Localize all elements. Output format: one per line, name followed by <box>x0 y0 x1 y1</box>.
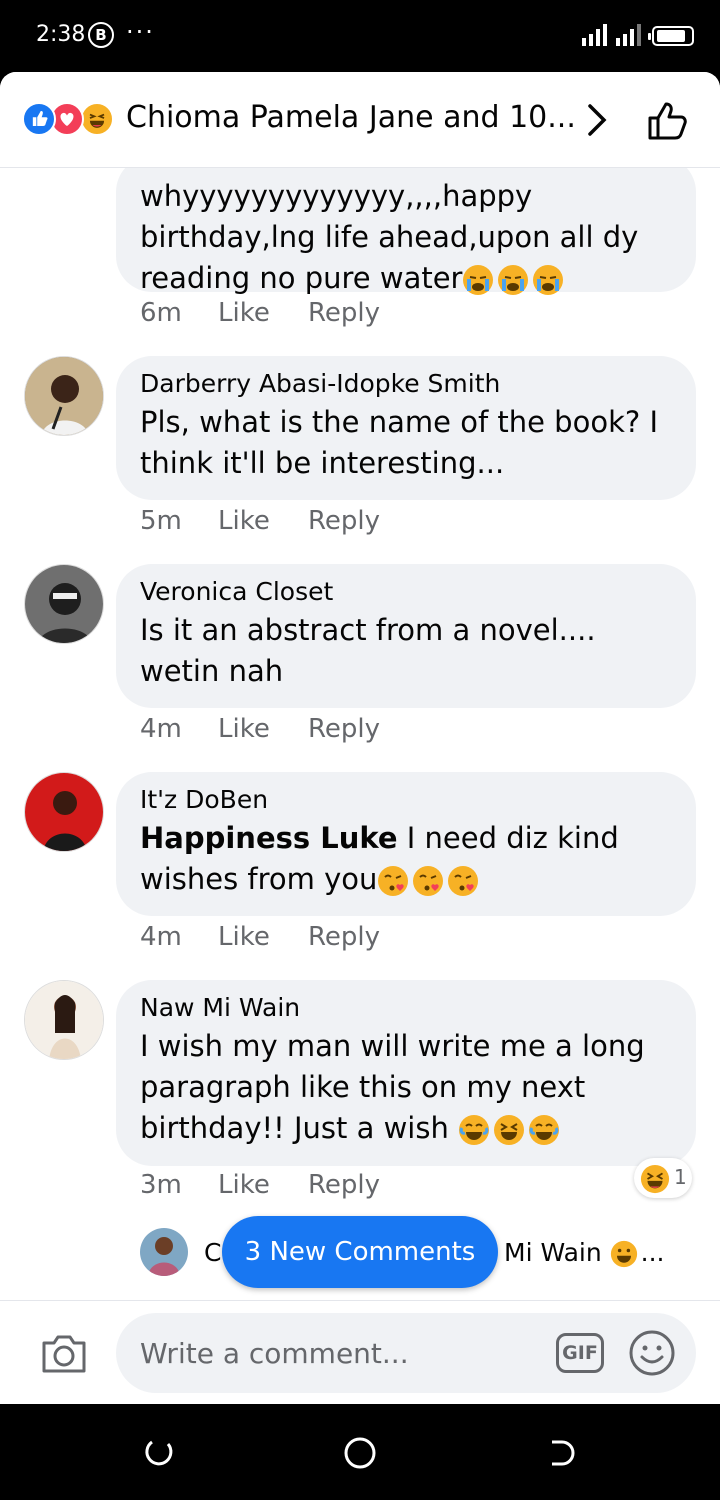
comment-author[interactable]: Darberry Abasi-Idopke Smith <box>140 366 672 402</box>
comment-text: Pls, what is the name of the book? I thi… <box>140 405 659 480</box>
tears-of-joy-icon <box>459 1115 490 1145</box>
comment-time: 5m <box>140 506 182 536</box>
home-icon[interactable] <box>343 1436 377 1470</box>
comment-input[interactable] <box>116 1313 696 1393</box>
status-more-dots: ··· <box>126 18 155 46</box>
avatar[interactable] <box>24 356 104 436</box>
reply-button[interactable]: Reply <box>308 714 380 744</box>
comment-text: I wish my man will write me a long parag… <box>140 1029 645 1145</box>
comment-composer: GIF <box>0 1300 720 1404</box>
like-button[interactable]: Like <box>218 1170 270 1200</box>
comment-bubble[interactable]: Veronica Closet Is it an abstract from a… <box>116 564 696 708</box>
grinning-face-icon <box>610 1240 637 1268</box>
mention-link[interactable]: Happiness Luke <box>140 821 398 855</box>
crying-face-icon <box>533 265 564 295</box>
comments-sheet: Chioma Pamela Jane and 10... whyyyyyyyyy… <box>0 72 720 1404</box>
reply-author-initial: C <box>204 1238 222 1267</box>
like-button[interactable]: Like <box>218 714 270 744</box>
comment-time: 6m <box>140 298 182 328</box>
like-icon <box>22 102 56 136</box>
comment-time: 4m <box>140 922 182 952</box>
camera-icon[interactable] <box>40 1331 88 1375</box>
avatar[interactable] <box>24 772 104 852</box>
battery-icon <box>648 26 694 46</box>
avatar[interactable] <box>140 1228 188 1276</box>
like-button[interactable]: Like <box>218 922 270 952</box>
crying-face-icon <box>463 265 494 295</box>
reply-preview-text: Mi Wain ... <box>504 1238 665 1268</box>
laughing-face-icon <box>494 1115 525 1145</box>
avatar[interactable] <box>24 564 104 644</box>
system-nav-bar <box>0 1404 720 1500</box>
recents-icon[interactable] <box>142 1436 176 1470</box>
comment-time: 4m <box>140 714 182 744</box>
kiss-face-icon <box>378 866 409 896</box>
signal-icon-2 <box>616 24 641 46</box>
comment-author[interactable]: It'z DoBen <box>140 782 672 818</box>
comment-author[interactable]: Veronica Closet <box>140 574 672 610</box>
tears-of-joy-icon <box>529 1115 560 1145</box>
reactors-title[interactable]: Chioma Pamela Jane and 10... <box>126 100 576 135</box>
back-icon[interactable] <box>544 1436 578 1470</box>
kiss-face-icon <box>413 866 444 896</box>
reply-button[interactable]: Reply <box>308 1170 380 1200</box>
like-button[interactable]: Like <box>218 506 270 536</box>
reactions-header[interactable]: Chioma Pamela Jane and 10... <box>0 72 720 168</box>
crying-face-icon <box>498 265 529 295</box>
comment-bubble[interactable]: whyyyyyyyyyyyyy,,,,happy birthday,lng li… <box>116 168 696 295</box>
haha-icon <box>640 1164 670 1194</box>
reaction-count: 1 <box>674 1165 687 1189</box>
reply-button[interactable]: Reply <box>308 506 380 536</box>
comment-text: Is it an abstract from a novel.... wetin… <box>140 613 596 688</box>
comment-time: 3m <box>140 1170 182 1200</box>
reaction-stack <box>22 102 122 136</box>
reply-button[interactable]: Reply <box>308 298 380 328</box>
signal-icon <box>582 24 607 46</box>
comment-bubble[interactable]: Darberry Abasi-Idopke Smith Pls, what is… <box>116 356 696 500</box>
chevron-right-icon[interactable] <box>584 100 610 140</box>
thumbs-up-icon[interactable] <box>646 98 692 144</box>
new-comments-button[interactable]: 3 New Comments <box>222 1216 498 1288</box>
comments-feed[interactable]: whyyyyyyyyyyyyy,,,,happy birthday,lng li… <box>0 168 720 1300</box>
status-time: 2:38 <box>36 22 86 47</box>
avatar[interactable] <box>24 980 104 1060</box>
comment-bubble[interactable]: It'z DoBen Happiness Luke I need diz kin… <box>116 772 696 916</box>
reaction-count-badge[interactable]: 1 <box>634 1158 692 1198</box>
status-b-badge: B <box>88 22 114 48</box>
like-button[interactable]: Like <box>218 298 270 328</box>
gif-button[interactable]: GIF <box>556 1333 604 1373</box>
comment-bubble[interactable]: Naw Mi Wain I wish my man will write me … <box>116 980 696 1166</box>
emoji-picker-icon[interactable] <box>628 1329 676 1377</box>
kiss-face-icon <box>448 866 479 896</box>
haha-icon <box>80 102 114 136</box>
reply-button[interactable]: Reply <box>308 922 380 952</box>
status-bar: 2:38 B ··· <box>0 0 720 72</box>
comment-author[interactable]: Naw Mi Wain <box>140 990 672 1026</box>
